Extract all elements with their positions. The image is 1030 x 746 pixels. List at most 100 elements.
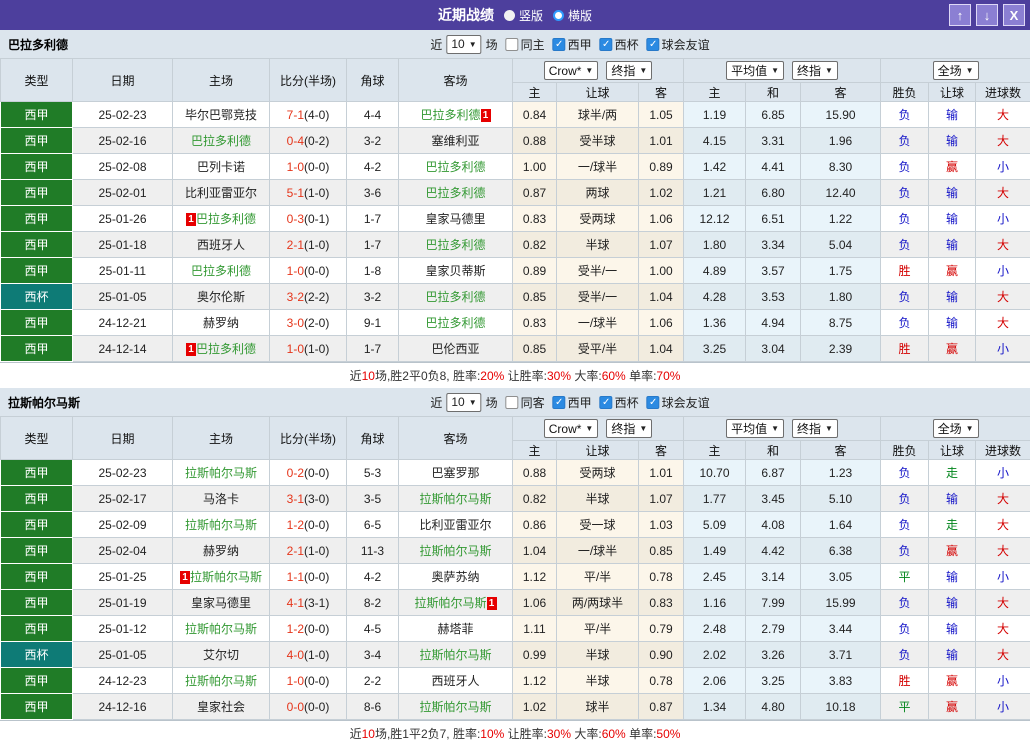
away-team-link[interactable]: 巴塞罗那 (399, 460, 513, 486)
away-team-link[interactable]: 巴拉多利德 (399, 310, 513, 336)
home-team-link[interactable]: 巴列卡诺 (173, 154, 270, 180)
home-team-link[interactable]: 拉斯帕尔马斯 (173, 460, 270, 486)
sub-handicap: 让球 (557, 83, 639, 102)
result-handicap: 输 (929, 102, 976, 128)
league-cup-checkbox[interactable] (600, 38, 613, 51)
league-liga-checkbox[interactable] (553, 38, 566, 51)
home-team-link[interactable]: 皇家马德里 (173, 590, 270, 616)
avg-home-odds: 1.49 (684, 538, 746, 564)
corner-count: 3-4 (347, 642, 399, 668)
fulltime-score: 1-1 (287, 570, 304, 584)
odds-home: 0.88 (513, 460, 557, 486)
match-date: 25-02-09 (73, 512, 173, 538)
home-team-link[interactable]: 拉斯帕尔马斯 (173, 668, 270, 694)
home-team-link[interactable]: 拉斯帕尔马斯 (173, 616, 270, 642)
scope-select[interactable]: 全场▼ (933, 419, 979, 438)
home-team-link[interactable]: 马洛卡 (173, 486, 270, 512)
layout-horizontal-radio[interactable]: 横版 (553, 7, 592, 24)
away-team-link[interactable]: 巴伦西亚 (399, 336, 513, 362)
corner-count: 4-5 (347, 616, 399, 642)
away-team-link[interactable]: 巴拉多利德 (399, 154, 513, 180)
home-team-link[interactable]: 拉斯帕尔马斯 (173, 512, 270, 538)
odds-stage-select[interactable]: 终指▼ (606, 61, 652, 80)
result-goals: 大 (976, 102, 1030, 128)
avg-draw-odds: 2.79 (746, 616, 801, 642)
home-team-link[interactable]: 艾尔切 (173, 642, 270, 668)
away-team-link[interactable]: 赫塔菲 (399, 616, 513, 642)
away-team-link[interactable]: 巴拉多利德 (399, 180, 513, 206)
home-team-link[interactable]: 比利亚雷亚尔 (173, 180, 270, 206)
odds-home: 0.82 (513, 232, 557, 258)
match-count-select[interactable]: 10▼ (446, 393, 481, 412)
team-name-text: 拉斯帕尔马斯 (419, 648, 491, 662)
away-team-link[interactable]: 巴拉多利德 (399, 232, 513, 258)
odds-handicap: 半球 (557, 668, 639, 694)
team-name-text: 巴拉多利德 (425, 316, 485, 330)
scope-group: 全场▼ (881, 417, 1030, 441)
away-team-link[interactable]: 拉斯帕尔马斯 (399, 486, 513, 512)
sub-avg-home: 主 (684, 441, 746, 460)
away-team-link[interactable]: 巴拉多利德 (399, 284, 513, 310)
result-handicap: 输 (929, 180, 976, 206)
halftime-score: (1-0) (304, 342, 329, 356)
titlebar-buttons: ↑ ↓ X (949, 4, 1025, 26)
home-team-link[interactable]: 1巴拉多利德 (173, 336, 270, 362)
fulltime-score: 0-2 (287, 466, 304, 480)
away-team-link[interactable]: 皇家贝蒂斯 (399, 258, 513, 284)
average-select[interactable]: 平均值▼ (726, 61, 784, 80)
table-row: 西甲 25-01-25 1拉斯帕尔马斯 1-1(0-0) 4-2 奥萨苏纳 1.… (1, 564, 1030, 590)
home-team-link[interactable]: 巴拉多利德 (173, 128, 270, 154)
league-cup-checkbox[interactable] (600, 396, 613, 409)
away-team-link[interactable]: 拉斯帕尔马斯 (399, 538, 513, 564)
scope-select[interactable]: 全场▼ (933, 61, 979, 80)
red-card-badge: 1 (481, 109, 491, 122)
away-team-link[interactable]: 皇家马德里 (399, 206, 513, 232)
table-row: 西杯 25-01-05 艾尔切 4-0(1-0) 3-4 拉斯帕尔马斯 0.99… (1, 642, 1030, 668)
league-liga-checkbox[interactable] (553, 396, 566, 409)
away-team-link[interactable]: 比利亚雷亚尔 (399, 512, 513, 538)
odds-handicap: 一/球半 (557, 310, 639, 336)
team-name-text: 巴拉多利德 (420, 108, 480, 122)
table-row: 西甲 25-01-18 西班牙人 2-1(1-0) 1-7 巴拉多利德 0.82… (1, 232, 1030, 258)
move-down-button[interactable]: ↓ (976, 4, 998, 26)
away-team-link[interactable]: 巴拉多利德1 (399, 102, 513, 128)
away-team-link[interactable]: 拉斯帕尔马斯1 (399, 590, 513, 616)
home-team-link[interactable]: 赫罗纳 (173, 310, 270, 336)
away-team-link[interactable]: 奥萨苏纳 (399, 564, 513, 590)
team-name-text: 皇家社会 (197, 700, 245, 714)
match-type-badge: 西甲 (1, 206, 73, 232)
home-team-link[interactable]: 巴拉多利德 (173, 258, 270, 284)
odds-stage-select[interactable]: 终指▼ (606, 419, 652, 438)
result-goals: 大 (976, 512, 1030, 538)
home-team-link[interactable]: 1巴拉多利德 (173, 206, 270, 232)
average-select[interactable]: 平均值▼ (726, 419, 784, 438)
result-winlose: 负 (881, 460, 929, 486)
result-winlose: 负 (881, 538, 929, 564)
league-friendly-checkbox[interactable] (647, 396, 660, 409)
match-count-select[interactable]: 10▼ (446, 35, 481, 54)
home-team-link[interactable]: 赫罗纳 (173, 538, 270, 564)
layout-vertical-radio[interactable]: 竖版 (504, 7, 543, 24)
match-date: 25-02-04 (73, 538, 173, 564)
same-away-checkbox[interactable] (506, 396, 519, 409)
avg-away-odds: 6.38 (801, 538, 881, 564)
bookmaker-select[interactable]: Crow*▼ (544, 61, 599, 80)
average-stage-select[interactable]: 终指▼ (792, 419, 838, 438)
home-team-link[interactable]: 1拉斯帕尔马斯 (173, 564, 270, 590)
away-team-link[interactable]: 塞维利亚 (399, 128, 513, 154)
home-team-link[interactable]: 毕尔巴鄂竞技 (173, 102, 270, 128)
away-team-link[interactable]: 西班牙人 (399, 668, 513, 694)
home-team-link[interactable]: 皇家社会 (173, 694, 270, 720)
same-home-checkbox[interactable] (506, 38, 519, 51)
away-team-link[interactable]: 拉斯帕尔马斯 (399, 694, 513, 720)
average-stage-select[interactable]: 终指▼ (792, 61, 838, 80)
bookmaker-select[interactable]: Crow*▼ (544, 419, 599, 438)
close-button[interactable]: X (1003, 4, 1025, 26)
away-team-link[interactable]: 拉斯帕尔马斯 (399, 642, 513, 668)
avg-draw-odds: 6.85 (746, 102, 801, 128)
league-friendly-checkbox[interactable] (647, 38, 660, 51)
home-team-link[interactable]: 奥尔伦斯 (173, 284, 270, 310)
league-liga-label: 西甲 (568, 36, 592, 53)
move-up-button[interactable]: ↑ (949, 4, 971, 26)
home-team-link[interactable]: 西班牙人 (173, 232, 270, 258)
